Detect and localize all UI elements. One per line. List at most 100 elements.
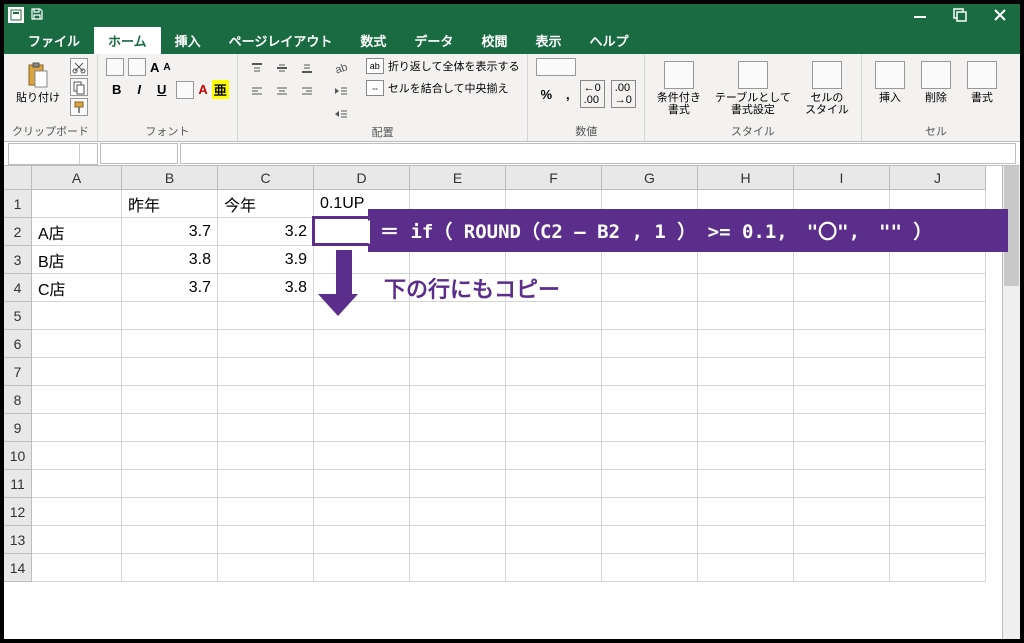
cell-C11[interactable] <box>218 470 314 498</box>
cell-G4[interactable] <box>602 274 698 302</box>
col-header[interactable]: F <box>506 166 602 190</box>
tab-view[interactable]: 表示 <box>521 27 575 54</box>
row-header[interactable]: 3 <box>4 246 32 274</box>
row-header[interactable]: 14 <box>4 554 32 582</box>
row-header[interactable]: 6 <box>4 330 32 358</box>
cell-G7[interactable] <box>602 358 698 386</box>
cell-B8[interactable] <box>122 386 218 414</box>
cell-F7[interactable] <box>506 358 602 386</box>
cell-C12[interactable] <box>218 498 314 526</box>
tab-layout[interactable]: ページレイアウト <box>215 27 347 54</box>
cell-H9[interactable] <box>698 414 794 442</box>
close-button[interactable] <box>980 4 1020 26</box>
cell-I14[interactable] <box>794 554 890 582</box>
cell-D14[interactable] <box>314 554 410 582</box>
cell-A4[interactable]: C店 <box>32 274 122 302</box>
cell-G6[interactable] <box>602 330 698 358</box>
cell-B12[interactable] <box>122 498 218 526</box>
paste-button[interactable]: 貼り付け <box>12 58 64 106</box>
cell-C8[interactable] <box>218 386 314 414</box>
cell-E8[interactable] <box>410 386 506 414</box>
cell-G14[interactable] <box>602 554 698 582</box>
increase-font-icon[interactable]: A <box>150 60 159 75</box>
cell-A11[interactable] <box>32 470 122 498</box>
save-icon[interactable] <box>30 7 46 23</box>
cell-E12[interactable] <box>410 498 506 526</box>
cell-A1[interactable] <box>32 190 122 218</box>
italic-button[interactable]: I <box>131 80 147 99</box>
cell-A7[interactable] <box>32 358 122 386</box>
cell-J13[interactable] <box>890 526 986 554</box>
cell-C7[interactable] <box>218 358 314 386</box>
decrease-indent[interactable] <box>330 81 352 101</box>
decrease-font-icon[interactable]: A <box>163 62 170 73</box>
cell-E6[interactable] <box>410 330 506 358</box>
cell-C13[interactable] <box>218 526 314 554</box>
align-middle[interactable] <box>271 58 293 78</box>
percent-button[interactable]: % <box>536 87 556 102</box>
cell-H7[interactable] <box>698 358 794 386</box>
cell-E14[interactable] <box>410 554 506 582</box>
increase-indent[interactable] <box>330 104 352 124</box>
cell-B2[interactable]: 3.7 <box>122 218 218 246</box>
align-center[interactable] <box>271 81 293 101</box>
cell-styles-button[interactable]: セルの スタイル <box>801 58 853 118</box>
border-dropdown[interactable] <box>176 81 194 99</box>
cell-B14[interactable] <box>122 554 218 582</box>
col-header[interactable]: H <box>698 166 794 190</box>
cell-E11[interactable] <box>410 470 506 498</box>
cell-C5[interactable] <box>218 302 314 330</box>
cell-G5[interactable] <box>602 302 698 330</box>
cell-I13[interactable] <box>794 526 890 554</box>
col-header[interactable]: A <box>32 166 122 190</box>
row-header[interactable]: 2 <box>4 218 32 246</box>
cell-E7[interactable] <box>410 358 506 386</box>
cell-E9[interactable] <box>410 414 506 442</box>
fill-color-button[interactable]: 亜 <box>212 80 229 99</box>
cell-H12[interactable] <box>698 498 794 526</box>
increase-decimal[interactable]: ←0.00 <box>580 80 605 108</box>
cell-G12[interactable] <box>602 498 698 526</box>
maximize-button[interactable] <box>940 4 980 26</box>
row-header[interactable]: 8 <box>4 386 32 414</box>
row-header[interactable]: 11 <box>4 470 32 498</box>
cell-F9[interactable] <box>506 414 602 442</box>
align-left[interactable] <box>246 81 268 101</box>
cell-A13[interactable] <box>32 526 122 554</box>
cell-C2[interactable]: 3.2 <box>218 218 314 246</box>
row-header[interactable]: 4 <box>4 274 32 302</box>
cell-B5[interactable] <box>122 302 218 330</box>
cell-E10[interactable] <box>410 442 506 470</box>
copy-icon[interactable] <box>70 78 88 96</box>
number-format-dropdown[interactable] <box>536 58 576 76</box>
font-size-dropdown[interactable] <box>128 58 146 76</box>
cell-H8[interactable] <box>698 386 794 414</box>
cell-J8[interactable] <box>890 386 986 414</box>
cell-J9[interactable] <box>890 414 986 442</box>
cell-F6[interactable] <box>506 330 602 358</box>
cell-F14[interactable] <box>506 554 602 582</box>
cell-D12[interactable] <box>314 498 410 526</box>
cell-B11[interactable] <box>122 470 218 498</box>
underline-button[interactable]: U <box>151 80 172 99</box>
cell-A6[interactable] <box>32 330 122 358</box>
cell-G13[interactable] <box>602 526 698 554</box>
cell-B13[interactable] <box>122 526 218 554</box>
col-header[interactable]: B <box>122 166 218 190</box>
cell-C1[interactable]: 今年 <box>218 190 314 218</box>
cell-C9[interactable] <box>218 414 314 442</box>
cell-E13[interactable] <box>410 526 506 554</box>
cell-D8[interactable] <box>314 386 410 414</box>
cell-B4[interactable]: 3.7 <box>122 274 218 302</box>
cell-A10[interactable] <box>32 442 122 470</box>
font-color-button[interactable]: A <box>198 82 207 97</box>
cell-J12[interactable] <box>890 498 986 526</box>
cell-A12[interactable] <box>32 498 122 526</box>
decrease-decimal[interactable]: .00→0 <box>611 80 636 108</box>
cell-H5[interactable] <box>698 302 794 330</box>
col-header[interactable]: D <box>314 166 410 190</box>
cell-I6[interactable] <box>794 330 890 358</box>
cell-C10[interactable] <box>218 442 314 470</box>
select-all-corner[interactable] <box>4 166 32 190</box>
align-top[interactable] <box>246 58 268 78</box>
